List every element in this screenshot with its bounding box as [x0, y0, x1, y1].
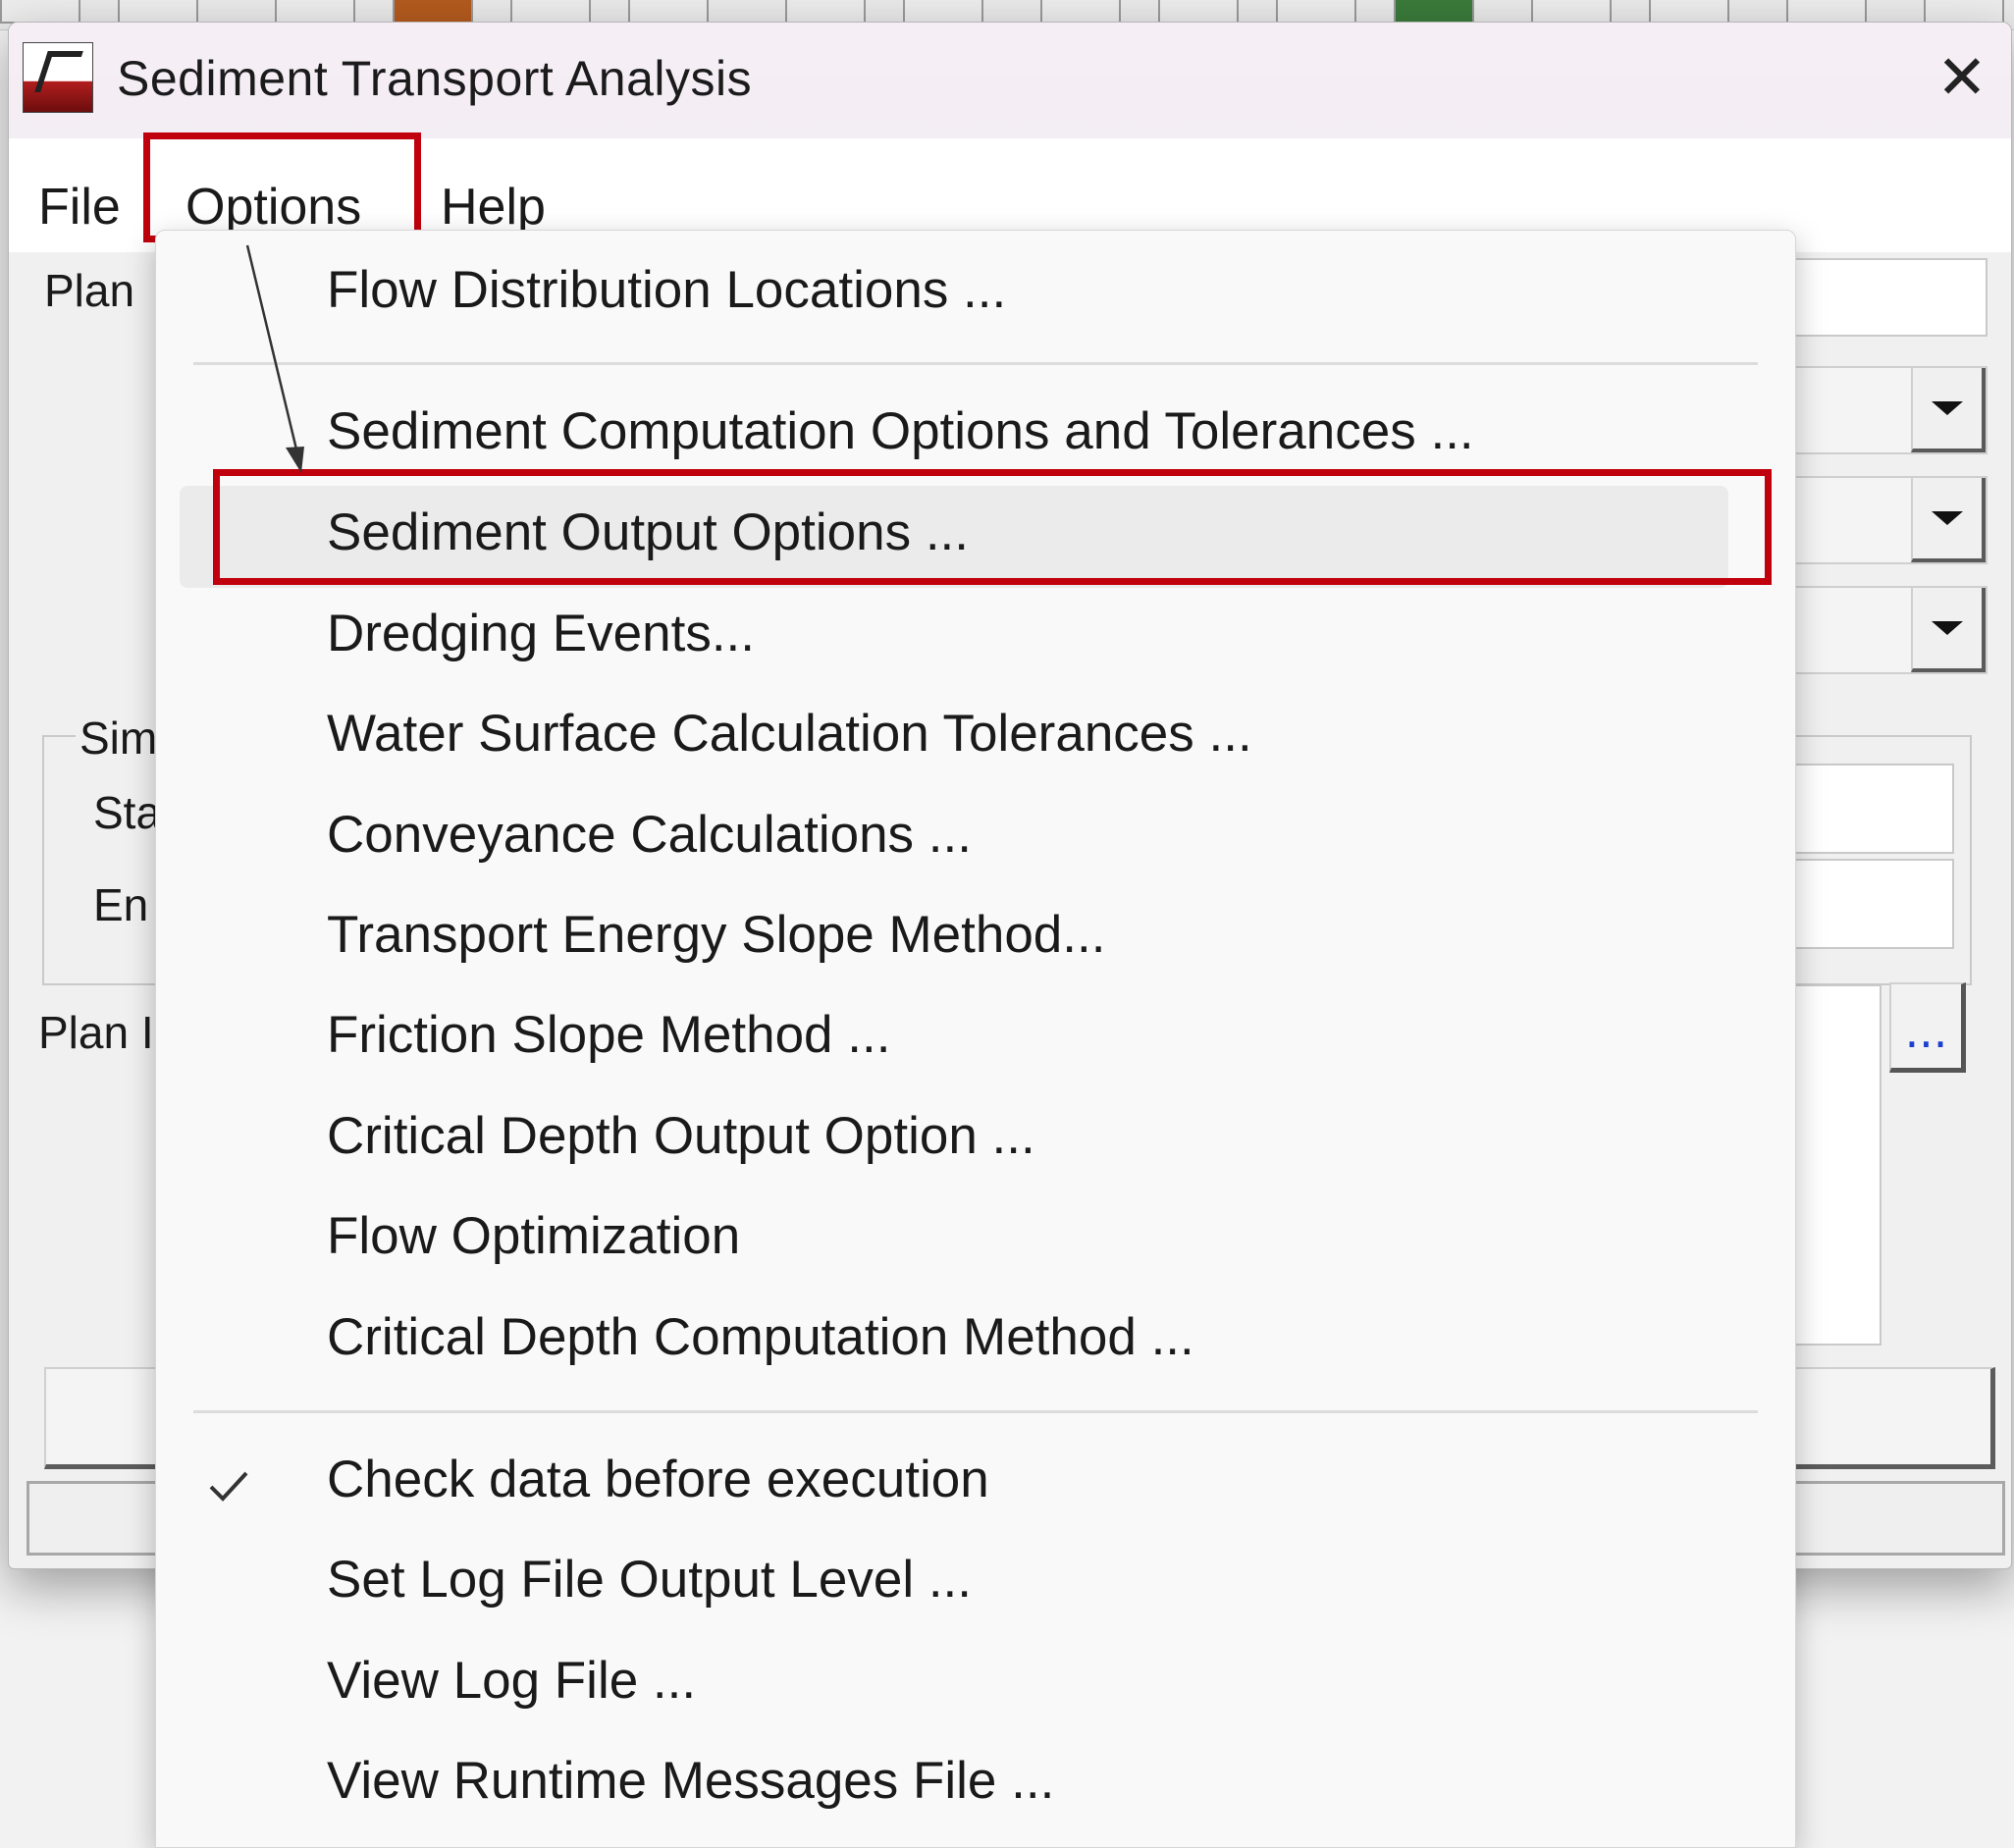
checkmark-icon	[209, 1471, 248, 1502]
menu-item-critical-depth-method[interactable]: Critical Depth Computation Method ...	[327, 1307, 1194, 1367]
toolbar-button[interactable]	[628, 0, 709, 24]
toolbar-button[interactable]	[785, 0, 866, 24]
plan-description-label: Plan I	[38, 1007, 154, 1058]
menu-separator	[193, 362, 1758, 365]
menu-file[interactable]: File	[38, 178, 121, 237]
sediment-app-icon	[23, 42, 93, 113]
chevron-down-icon[interactable]	[1911, 478, 1986, 562]
menu-item-friction-slope[interactable]: Friction Slope Method ...	[327, 1005, 890, 1065]
menu-item-ws-tolerances[interactable]: Water Surface Calculation Tolerances ...	[327, 704, 1252, 764]
window-title: Sediment Transport Analysis	[117, 51, 753, 106]
menu-item-flow-optimization[interactable]: Flow Optimization	[327, 1206, 740, 1266]
options-annotation-box	[143, 132, 421, 242]
toolbar-button[interactable]	[1786, 0, 1867, 24]
toolbar-button[interactable]	[1531, 0, 1612, 24]
menu-item-conveyance[interactable]: Conveyance Calculations ...	[327, 805, 972, 865]
toolbar-button[interactable]	[1158, 0, 1239, 24]
menu-item-view-log[interactable]: View Log File ...	[327, 1651, 696, 1711]
menu-item-check-data[interactable]: Check data before execution	[327, 1450, 989, 1509]
title-bar[interactable]: Sediment Transport Analysis ✕	[9, 23, 2011, 138]
toolbar-button[interactable]	[1924, 0, 2004, 24]
toolbar-button[interactable]	[275, 0, 355, 24]
plan-label: Plan	[44, 265, 135, 316]
menu-item-dredging-events[interactable]: Dredging Events...	[327, 604, 755, 663]
toolbar-button[interactable]	[0, 0, 80, 24]
menu-item-view-runtime-messages[interactable]: View Runtime Messages File ...	[327, 1751, 1054, 1811]
menu-help[interactable]: Help	[441, 178, 546, 237]
sediment-output-annotation-box	[213, 469, 1772, 585]
menu-item-transport-energy-slope[interactable]: Transport Energy Slope Method...	[327, 905, 1105, 965]
start-label: Sta	[93, 787, 162, 838]
menu-item-sediment-computation[interactable]: Sediment Computation Options and Toleran…	[327, 401, 1474, 461]
toolbar-button[interactable]	[118, 0, 198, 24]
toolbar-button[interactable]	[393, 0, 473, 24]
chevron-down-icon[interactable]	[1911, 588, 1986, 672]
toolbar-button[interactable]	[1649, 0, 1729, 24]
chevron-down-icon[interactable]	[1911, 368, 1986, 452]
toolbar-button[interactable]	[1394, 0, 1474, 24]
simulation-group-title: Sim	[76, 712, 162, 765]
menu-item-critical-depth-output[interactable]: Critical Depth Output Option ...	[327, 1106, 1035, 1166]
toolbar-button[interactable]	[903, 0, 983, 24]
menu-item-flow-distribution[interactable]: Flow Distribution Locations ...	[327, 260, 1006, 320]
browse-button[interactable]: ...	[1889, 982, 1966, 1073]
toolbar-button[interactable]	[1040, 0, 1121, 24]
menu-item-log-level[interactable]: Set Log File Output Level ...	[327, 1550, 972, 1610]
toolbar-button[interactable]	[1276, 0, 1356, 24]
menu-separator	[193, 1410, 1758, 1413]
end-label: En	[93, 879, 149, 930]
close-icon[interactable]: ✕	[1934, 47, 1989, 108]
